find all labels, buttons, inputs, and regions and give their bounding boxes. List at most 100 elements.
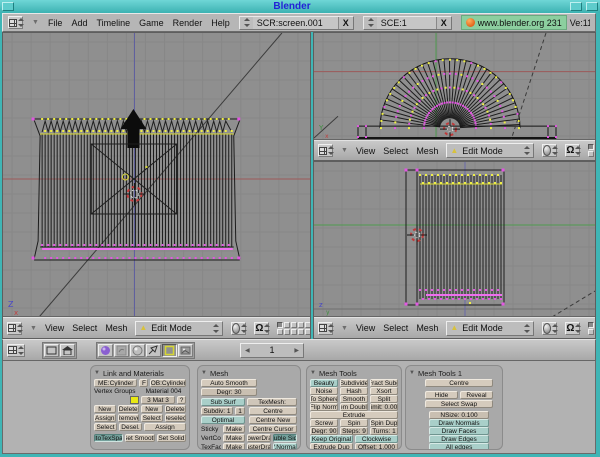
material-color-swatch[interactable] [130,396,139,404]
pivot-button[interactable]: Ω [565,322,580,335]
collapse-menus-icon[interactable]: ▼ [30,325,37,332]
viewport-top[interactable]: Yx ▼ View Select Mesh ▲ Edit Mode Ω [313,32,596,161]
layer-button[interactable] [298,322,304,328]
menu-mesh[interactable]: Mesh [416,146,438,156]
panel-collapse-icon[interactable]: ▼ [409,370,415,376]
panel-header[interactable]: ▼ Mesh [201,368,297,378]
material-delete-button[interactable]: Delete [165,405,187,413]
reveal-button[interactable]: Reveal [460,391,493,399]
smooth-button[interactable]: Smooth [340,395,368,403]
layer-button[interactable] [284,329,290,335]
subdiv-render-field[interactable]: 1 [235,407,245,415]
sticky-make-button[interactable]: Make [223,425,245,433]
turns-field[interactable]: Turns: 1 [370,427,398,435]
mesh-datablock-field[interactable]: ME:Cylinder [94,379,137,387]
pivot-button[interactable]: Ω [565,144,580,157]
panel-collapse-icon[interactable]: ▼ [310,370,316,376]
panel-collapse-icon[interactable]: ▼ [94,370,100,376]
viewport-type-button[interactable] [318,322,333,335]
scene-context-button[interactable] [178,344,193,357]
screen-browse-icon[interactable] [243,18,250,27]
frame-number-field[interactable]: ◀ 1 ▶ [240,343,304,358]
layer-button[interactable] [284,322,290,328]
limit-field[interactable]: Limit: 0.001 [370,403,398,411]
offset-field[interactable]: Offset: 1.000 [355,443,398,450]
material-help-button[interactable]: ? [177,396,186,404]
centre-cursor-button[interactable]: Centre Cursor [249,425,297,433]
beauty-toggle[interactable]: Beauty [310,379,338,387]
draw-normals-toggle[interactable]: Draw Normals [429,419,489,427]
menu-select[interactable]: Select [383,146,408,156]
centre-new-button[interactable]: Centre New [249,416,297,424]
double-sided-toggle[interactable]: Double Sided [273,434,297,442]
menu-add[interactable]: Add [71,18,87,28]
noise-button[interactable]: Noise [310,387,338,395]
viewport-front-canvas[interactable]: Zx [3,33,310,317]
layer-button[interactable] [305,322,310,328]
editing-context-button[interactable] [162,344,177,357]
layer-button[interactable] [277,322,283,328]
logic-context-button[interactable] [98,344,113,357]
frame-next-icon[interactable]: ▶ [294,347,299,354]
panel-header[interactable]: ▼ Mesh Tools 1 [409,368,499,378]
material-index-field[interactable]: 3 Mat 3 [141,396,175,404]
draw-mode-button[interactable] [231,322,246,335]
material-deselect-button[interactable]: Deselect [165,414,187,422]
nsize-slider[interactable]: NSize: 0.100 [429,411,489,419]
layer-button[interactable] [291,329,297,335]
no-vnormal-flip-toggle[interactable]: No V.Normal Flip [273,443,297,450]
collapse-menus-icon[interactable]: ▼ [341,147,348,154]
window-menu-button[interactable] [2,2,14,11]
all-edges-toggle[interactable]: All edges [429,443,489,450]
viewport-type-button[interactable] [318,144,333,157]
vgroup-assign-button[interactable]: Assign [94,414,116,422]
draw-faces-toggle[interactable]: Draw Faces [429,427,489,435]
shading-context-button[interactable] [130,344,145,357]
centre-button[interactable]: Centre [249,407,297,415]
texmesh-field[interactable]: TexMesh: [247,398,297,406]
set-smooth-button[interactable]: Set Smooth [125,434,154,442]
hash-button[interactable]: Hash [340,387,368,395]
mode-dropdown[interactable]: ▲ Edit Mode [446,143,534,158]
layer-button[interactable] [588,322,594,328]
auto-smooth-toggle[interactable]: Auto Smooth [201,379,257,387]
collapse-menus-icon[interactable]: ▼ [32,19,39,26]
screen-delete-button[interactable]: X [339,18,353,28]
menu-timeline[interactable]: Timeline [96,18,130,28]
draw-mode-button[interactable] [542,144,557,157]
texface-make-button[interactable]: Make [223,443,245,450]
menu-game[interactable]: Game [139,18,164,28]
menu-view[interactable]: View [356,323,375,333]
collapse-menus-icon[interactable]: ▼ [341,325,348,332]
scene-browse-icon[interactable] [367,18,374,27]
steps-field[interactable]: Steps: 9 [340,427,368,435]
spin-button[interactable]: Spin [340,419,368,427]
to-sphere-button[interactable]: To Sphere [310,395,338,403]
viewport-front[interactable]: Zx ▼ View Select Mesh ▲ Edit Mode Ω [2,32,311,339]
rem-doubles-button[interactable]: Rem Doubles [340,403,368,411]
menu-mesh[interactable]: Mesh [416,323,438,333]
faster-draw-button[interactable]: FasterDraw [247,443,271,450]
scene-selector[interactable]: SCE:1 X [363,16,452,30]
menu-view[interactable]: View [45,323,64,333]
layer-button[interactable] [298,329,304,335]
slower-draw-button[interactable]: SlowerDraw [247,434,271,442]
split-button[interactable]: Split [370,395,398,403]
extrude-dup-button[interactable]: Extrude Dup [310,443,353,450]
menu-file[interactable]: File [48,18,63,28]
optimal-toggle[interactable]: Optimal [201,416,245,424]
vgroup-deselect-button[interactable]: Desel. [119,423,142,431]
panel-header[interactable]: ▼ Mesh Tools [310,368,398,378]
vgroup-select-button[interactable]: Select [94,423,117,431]
flip-norm-button[interactable]: Flip Norm [310,403,338,411]
screen-selector[interactable]: SCR:screen.001 X [239,16,354,30]
viewport-type-button[interactable] [7,322,22,335]
script-context-button[interactable] [114,344,129,357]
scene-name-field[interactable]: SCE:1 [377,17,437,29]
material-new-button[interactable]: New [141,405,163,413]
draw-mode-button[interactable] [542,322,557,335]
window-titlebar[interactable]: Blender [0,0,600,13]
menu-render[interactable]: Render [173,18,203,28]
panel-collapse-icon[interactable]: ▼ [201,370,207,376]
centre-button[interactable]: Centre [425,379,493,387]
